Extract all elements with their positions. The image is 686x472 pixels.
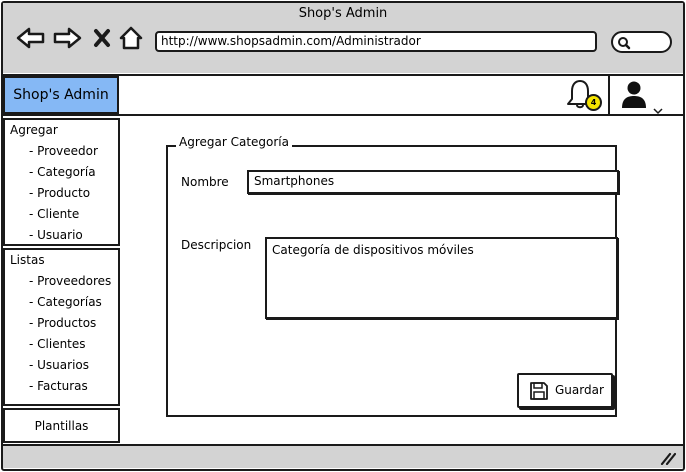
notification-badge: 4 (585, 94, 602, 111)
nombre-label: Nombre (181, 175, 229, 189)
sidebar-heading-agregar: Agregar (10, 123, 58, 137)
window-title: Shop's Admin (298, 6, 388, 21)
sidebar-item-producto[interactable]: - Producto (29, 186, 90, 200)
sidebar-heading-listas: Listas (10, 253, 45, 267)
sidebar-item-cliente[interactable]: - Cliente (29, 207, 79, 221)
sidebar-item-usuario[interactable]: - Usuario (29, 228, 83, 242)
forward-arrow-icon[interactable] (52, 27, 82, 49)
floppy-disk-icon (530, 382, 548, 400)
search-icon (618, 37, 631, 50)
descripcion-label: Descripcion (181, 238, 252, 252)
browser-search-box[interactable] (611, 31, 672, 53)
sidebar-item-categorias[interactable]: - Categorías (29, 295, 102, 309)
sidebar-item-proveedor[interactable]: - Proveedor (29, 144, 98, 158)
address-bar[interactable]: http://www.shopsadmin.com/Administrador (155, 31, 597, 52)
sidebar-item-clientes[interactable]: - Clientes (29, 337, 86, 351)
sidebar-listas-section: Listas - Proveedores - Categorías - Prod… (3, 248, 120, 406)
chevron-down-icon[interactable] (652, 100, 664, 119)
save-button[interactable]: Guardar (517, 373, 613, 408)
sidebar-agregar-section: Agregar - Proveedor - Categoría - Produc… (3, 118, 120, 246)
sidebar-item-categoria[interactable]: - Categoría (29, 165, 96, 179)
nombre-input[interactable]: Smartphones (247, 170, 619, 194)
close-x-icon[interactable] (93, 28, 111, 48)
header-divider (608, 76, 610, 114)
form-legend: Agregar Categoría (176, 135, 292, 149)
resize-grip-icon[interactable] (660, 450, 677, 469)
sidebar-item-proveedores[interactable]: - Proveedores (29, 274, 111, 288)
sidebar-item-facturas[interactable]: - Facturas (29, 379, 88, 393)
sidebar-plantillas-button[interactable]: Plantillas (3, 408, 120, 443)
sidebar-item-usuarios[interactable]: - Usuarios (29, 358, 89, 372)
home-icon[interactable] (118, 25, 144, 51)
descripcion-textarea[interactable]: Categoría de dispositivos móviles (265, 237, 618, 319)
brand-logo-button[interactable]: Shop's Admin (3, 76, 119, 114)
sidebar-item-productos[interactable]: - Productos (29, 316, 96, 330)
sidebar-item-plantillas: Plantillas (34, 419, 89, 433)
back-arrow-icon[interactable] (16, 27, 46, 49)
save-button-label: Guardar (555, 383, 604, 397)
browser-statusbar (3, 444, 683, 468)
user-avatar-icon[interactable] (620, 80, 650, 114)
